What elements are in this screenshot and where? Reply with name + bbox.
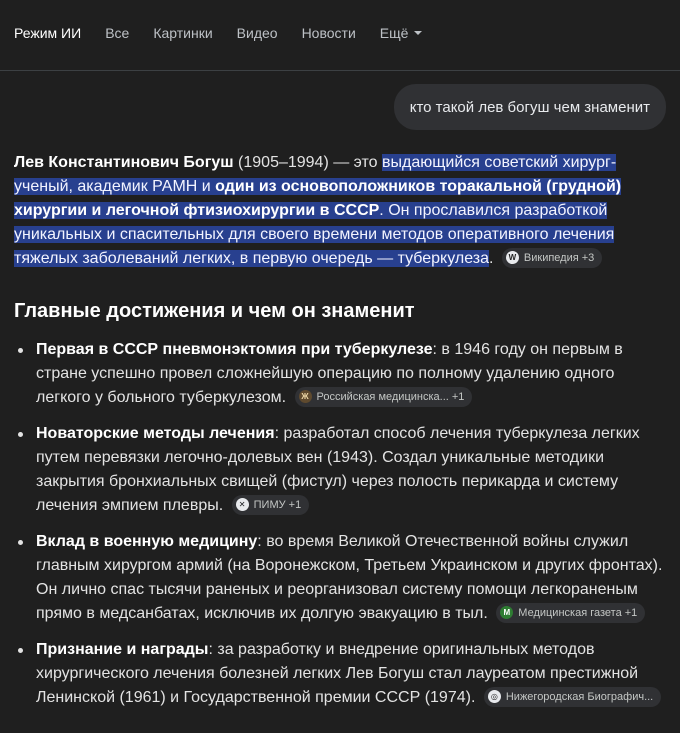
source-chip[interactable]: Ж Российская медицинска... +1: [294, 386, 473, 407]
journal-icon: Ж: [298, 390, 312, 404]
source-chip[interactable]: W Википедия +3: [501, 247, 603, 268]
tab-label: Все: [105, 25, 130, 41]
site-icon: ◎: [487, 690, 501, 704]
tab-label: Режим ИИ: [14, 25, 82, 41]
tab-images[interactable]: Картинки: [153, 25, 212, 41]
source-chip[interactable]: M Медицинская газета +1: [496, 602, 646, 623]
tab-all[interactable]: Все: [105, 25, 129, 41]
tab-ai-mode[interactable]: Режим ИИ: [14, 25, 81, 41]
person-name: Лев Константинович Богуш: [14, 154, 234, 171]
source-label: Российская медицинска... +1: [316, 390, 465, 403]
item-title: Вклад в военную медицину: [36, 533, 258, 550]
answer-intro: Лев Константинович Богуш (1905–1994) — э…: [14, 151, 666, 271]
achievements-list: Первая в СССР пневмонэктомия при туберку…: [14, 338, 666, 710]
user-query-bubble: кто такой лев богуш чем знаменит: [393, 84, 666, 130]
source-chip[interactable]: ✕ ПИМУ +1: [231, 494, 310, 515]
source-chip[interactable]: ◎ Нижегородская Биографич...: [483, 686, 662, 707]
query-row: кто такой лев богуш чем знаменит: [0, 71, 680, 143]
tab-videos[interactable]: Видео: [237, 25, 278, 41]
list-item: Вклад в военную медицину: во время Велик…: [14, 530, 666, 626]
item-title: Первая в СССР пневмонэктомия при туберку…: [36, 341, 433, 358]
tab-news[interactable]: Новости: [302, 25, 356, 41]
list-item: Признание и награды: за разработку и вне…: [14, 638, 666, 710]
wikipedia-icon: W: [505, 251, 519, 265]
source-label: Медицинская газета +1: [518, 606, 638, 619]
source-label: ПИМУ +1: [253, 498, 302, 511]
item-title: Новаторские методы лечения: [36, 425, 275, 442]
ai-answer: Лев Константинович Богуш (1905–1994) — э…: [0, 151, 680, 710]
list-item: Первая в СССР пневмонэктомия при туберку…: [14, 338, 666, 410]
intro-years: (1905–1994) — это: [233, 154, 382, 171]
newspaper-icon: M: [500, 606, 514, 620]
tab-label: Новости: [301, 25, 356, 41]
tab-label: Видео: [236, 25, 278, 41]
tab-more[interactable]: Ещё: [380, 25, 423, 41]
source-label: Нижегородская Биографич...: [505, 690, 654, 703]
tab-label: Ещё: [379, 25, 409, 41]
section-heading: Главные достижения и чем он знаменит: [14, 300, 415, 322]
item-title: Признание и награды: [36, 641, 209, 658]
university-logo-icon: ✕: [235, 498, 249, 512]
list-item: Новаторские методы лечения: разработал с…: [14, 422, 666, 518]
intro-end: .: [489, 250, 494, 267]
tab-label: Картинки: [153, 25, 213, 41]
source-label: Википедия +3: [523, 251, 595, 264]
search-tabs: Режим ИИ Все Картинки Видео Новости Ещё: [0, 0, 680, 71]
chevron-down-icon: [414, 31, 423, 35]
